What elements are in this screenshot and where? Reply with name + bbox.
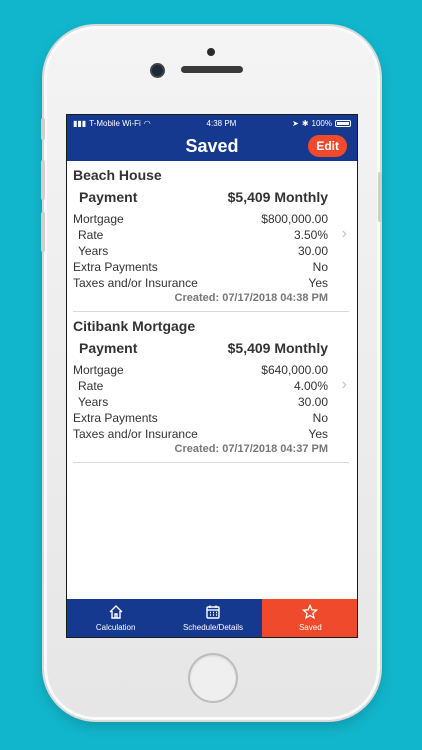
extra-payments-label: Extra Payments (73, 260, 158, 274)
created-timestamp: Created: 07/17/2018 04:37 PM (174, 443, 328, 455)
years-label: Years (78, 395, 109, 409)
battery-icon (335, 119, 351, 127)
payment-label: Payment (79, 189, 138, 205)
signal-icon: ▮▮▮ (73, 118, 87, 128)
saved-item-citibank-mortgage[interactable]: Citibank Mortgage Payment $5,409 Monthly… (73, 312, 349, 463)
tab-label: Saved (298, 623, 322, 632)
proximity-sensor (207, 48, 215, 56)
mortgage-row: Mortgage $800,000.00 (73, 211, 328, 227)
rate-label: Rate (78, 228, 104, 242)
page-title: Saved (185, 135, 239, 156)
app-screen: ▮▮▮ T-Mobile Wi-Fi ◠ 4:38 PM ➤ ✱ 100% Sa… (66, 114, 358, 638)
saved-item-beach-house[interactable]: Beach House Payment $5,409 Monthly Mortg… (73, 161, 349, 312)
carrier-label: T-Mobile Wi-Fi (89, 118, 141, 128)
extra-payments-row: Extra Payments No (73, 259, 328, 275)
taxes-label: Taxes and/or Insurance (73, 427, 198, 441)
created-timestamp: Created: 07/17/2018 04:38 PM (174, 292, 328, 304)
payment-label: Payment (79, 340, 138, 356)
extra-payments-label: Extra Payments (73, 411, 158, 425)
tab-schedule-details[interactable]: Schedule/Details (164, 599, 261, 637)
tab-calculation[interactable]: Calculation (67, 599, 164, 637)
taxes-row: Taxes and/or Insurance Yes (73, 275, 328, 291)
years-row: Years 30.00 (73, 243, 328, 259)
calendar-icon (206, 605, 220, 619)
rate-value: 4.00% (293, 379, 328, 393)
payment-row: Payment $5,409 Monthly (73, 340, 328, 356)
chevron-right-icon: › (341, 225, 347, 242)
taxes-value: Yes (308, 427, 328, 441)
taxes-label: Taxes and/or Insurance (73, 276, 198, 290)
earpiece-speaker (181, 66, 243, 73)
star-icon (302, 604, 319, 620)
edit-button[interactable]: Edit (308, 135, 347, 157)
rate-row: Rate 4.00% (73, 378, 328, 394)
mortgage-label: Mortgage (73, 363, 124, 377)
mute-switch (41, 118, 45, 140)
years-value: 30.00 (297, 244, 328, 258)
rate-label: Rate (78, 379, 104, 393)
battery-percent: 100% (311, 118, 332, 128)
taxes-value: Yes (308, 276, 328, 290)
extra-payments-value: No (312, 411, 328, 425)
volume-down-button (41, 212, 45, 252)
tab-label: Calculation (95, 623, 136, 632)
extra-payments-value: No (312, 260, 328, 274)
taxes-row: Taxes and/or Insurance Yes (73, 426, 328, 442)
house-icon (109, 605, 123, 619)
tab-label: Schedule/Details (182, 623, 244, 632)
item-title: Citibank Mortgage (73, 318, 196, 334)
item-title: Beach House (73, 167, 162, 183)
wifi-icon: ◠ (143, 118, 151, 128)
bluetooth-icon: ✱ (301, 118, 309, 128)
status-bar: ▮▮▮ T-Mobile Wi-Fi ◠ 4:38 PM ➤ ✱ 100% (67, 115, 357, 131)
mortgage-value: $800,000.00 (261, 212, 328, 226)
rate-value: 3.50% (293, 228, 328, 242)
extra-payments-row: Extra Payments No (73, 410, 328, 426)
status-time: 4:38 PM (206, 118, 237, 128)
years-label: Years (78, 244, 109, 258)
chevron-right-icon: › (341, 376, 347, 393)
payment-value: $5,409 Monthly (227, 189, 328, 205)
location-icon: ➤ (292, 118, 299, 128)
years-value: 30.00 (297, 395, 328, 409)
mortgage-value: $640,000.00 (261, 363, 328, 377)
tab-saved[interactable]: Saved (261, 599, 357, 637)
power-button (378, 172, 382, 222)
tab-bar: Calculation Schedule/Details Saved (67, 599, 357, 637)
rate-row: Rate 3.50% (73, 227, 328, 243)
payment-value: $5,409 Monthly (227, 340, 328, 356)
front-camera (152, 65, 163, 76)
payment-row: Payment $5,409 Monthly (73, 189, 328, 205)
mortgage-row: Mortgage $640,000.00 (73, 362, 328, 378)
volume-up-button (41, 160, 45, 200)
navigation-bar: Saved Edit (67, 131, 357, 161)
years-row: Years 30.00 (73, 394, 328, 410)
mortgage-label: Mortgage (73, 212, 124, 226)
home-button[interactable] (190, 655, 236, 701)
saved-list: Beach House Payment $5,409 Monthly Mortg… (67, 161, 357, 463)
